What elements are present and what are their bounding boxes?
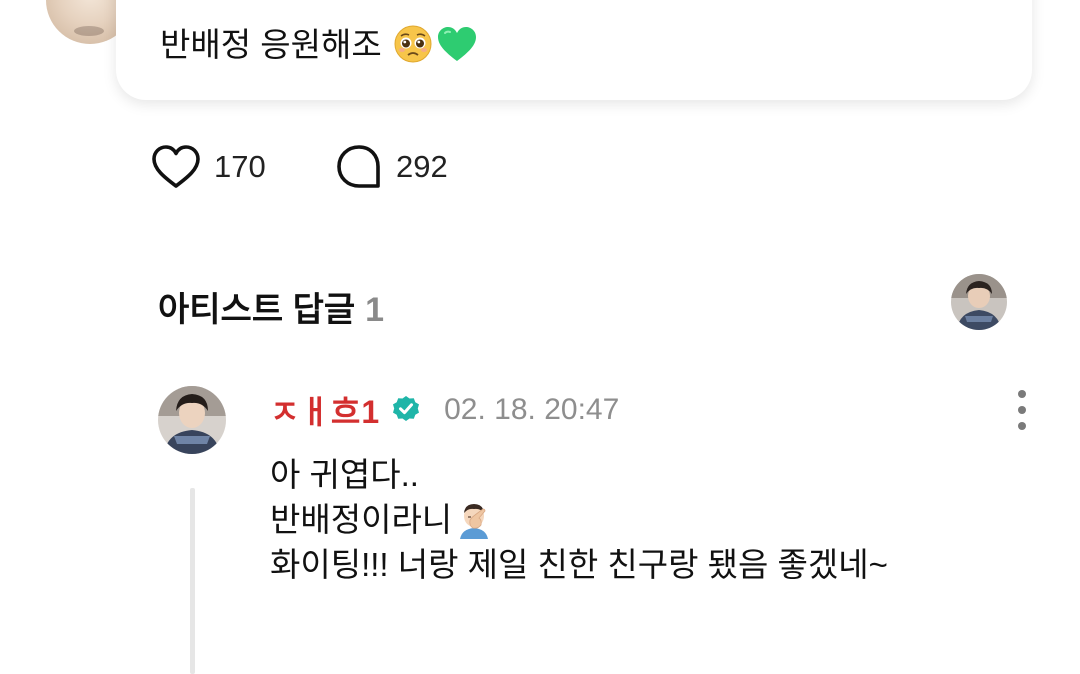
green-heart-emoji	[437, 27, 476, 61]
post-bubble: 반배정 응원해조	[116, 0, 1032, 100]
like-count: 170	[214, 149, 266, 184]
artist-avatar-small[interactable]	[951, 274, 1007, 330]
reply-line-3: 화이팅!!! 너랑 제일 친한 친구랑 됐음 좋겠네~	[270, 546, 888, 583]
comment-button[interactable]: 292	[334, 142, 448, 192]
speech-bubble-icon	[337, 145, 380, 188]
reply-author-name[interactable]: ㅈㅐ흐1	[270, 387, 380, 433]
artist-replies-title: 아티스트 답글	[158, 291, 356, 329]
reply-line-2: 반배정이라니	[270, 501, 453, 538]
post-text-row: 반배정 응원해조	[160, 24, 479, 65]
like-button[interactable]: 170	[150, 142, 266, 192]
reply-author-photo	[158, 386, 226, 454]
artist-photo	[951, 274, 1007, 330]
post-text: 반배정 응원해조	[160, 26, 382, 63]
artist-replies-count: 1	[365, 291, 385, 329]
verified-badge-icon	[393, 396, 420, 421]
reply-body: 아 귀엽다.. 반배정이라니 화이팅!!! 너랑 제일 친한 친구랑 됐음 좋겠…	[270, 452, 888, 587]
reply-date: 02. 18. 20:47	[444, 393, 620, 426]
more-vertical-icon[interactable]	[1008, 388, 1036, 432]
heart-outline-icon	[152, 145, 200, 188]
pleading-face-emoji	[394, 25, 432, 63]
reply-author-avatar[interactable]	[158, 386, 226, 454]
artist-replies-heading: 아티스트 답글 1	[158, 282, 384, 331]
reply-line-2-row: 반배정이라니	[270, 497, 888, 542]
reply-header: ㅈㅐ흐1 02. 18. 20:47	[270, 390, 619, 430]
reply-thread-line	[190, 488, 195, 674]
facepalm-emoji	[460, 504, 489, 539]
reply-line-1: 아 귀엽다..	[270, 456, 419, 493]
comment-count: 292	[396, 149, 448, 184]
